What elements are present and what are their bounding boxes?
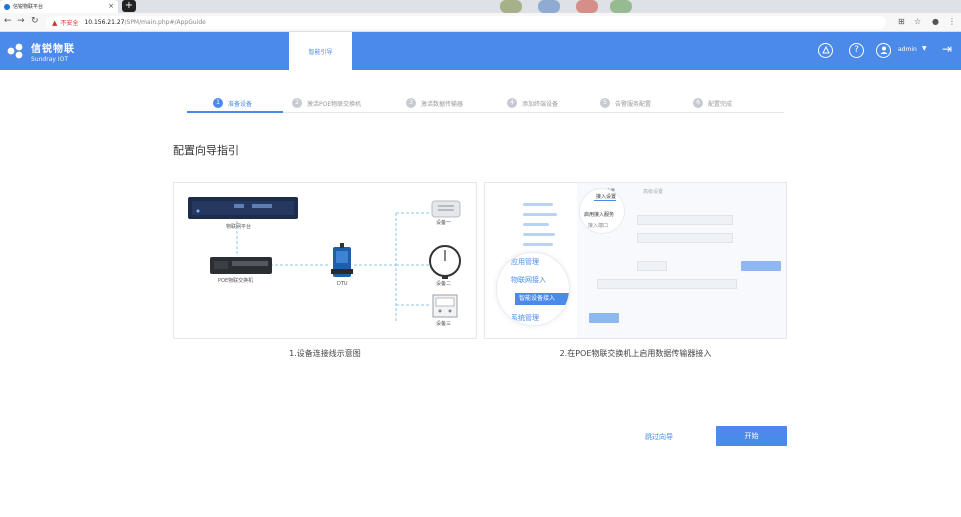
reload-icon[interactable]: ↻: [31, 16, 39, 26]
user-menu-caret-icon[interactable]: ▼: [922, 45, 927, 52]
blurred-tab-icon: [538, 0, 560, 13]
page-title: 配置向导指引: [173, 144, 239, 157]
back-icon[interactable]: ←: [4, 16, 12, 26]
device-3-label: 设备三: [436, 321, 452, 327]
step-6[interactable]: 6 配置完成: [693, 98, 732, 108]
dtu-label: DTU: [337, 281, 348, 287]
step-number: 2: [292, 98, 302, 108]
help-icon[interactable]: ?: [849, 43, 864, 58]
brand-subtitle: Sundray IOT: [31, 56, 68, 63]
tab-smart-guide[interactable]: 智能引导: [289, 32, 352, 70]
address-bar: ← → ↻ ▲ 不安全 10.156.21.27 /SPM/main.php#/…: [0, 13, 961, 32]
step-number: 5: [600, 98, 610, 108]
poe-switch-icon: [210, 257, 272, 274]
url-field[interactable]: ▲ 不安全 10.156.21.27 /SPM/main.php#/AppGui…: [46, 16, 886, 29]
brand-title: 信锐物联: [31, 44, 75, 55]
step-label: 配置完成: [708, 100, 733, 108]
blurred-tab-icon: [576, 0, 598, 13]
caption-diagram: 1.设备连接线示意图: [289, 349, 361, 358]
brand-logo-icon: [7, 43, 23, 59]
device-1-label: 设备一: [436, 220, 452, 226]
zoom-callout-top: 接入设置 启用接入服务 接入端口: [579, 188, 625, 234]
wizard-stepper: 1 准备设备 2 激活POE物联交换机 3 激活数据传输器 4 添加终端设备 5…: [187, 95, 784, 113]
logout-icon[interactable]: ⇥: [942, 42, 952, 56]
warning-icon: ▲: [52, 18, 58, 27]
caption-screenshot: 2.在POE物联交换机上启用数据传输器接入: [559, 349, 712, 358]
step-label: 激活POE物联交换机: [307, 100, 362, 108]
translate-icon[interactable]: ⊞: [898, 17, 905, 26]
zoom-callout-menu: 应用管理 物联网接入 智能设备接入 系统管理: [496, 252, 570, 326]
skip-guide-link[interactable]: 跳过向导: [645, 432, 673, 442]
dtu-device-icon: [331, 243, 353, 277]
step-2[interactable]: 2 激活POE物联交换机: [292, 98, 361, 108]
close-tab-icon[interactable]: ×: [108, 2, 114, 10]
blurred-tab-icon: [610, 0, 632, 13]
connection-diagram: [188, 197, 461, 321]
device-2-gauge-icon: [429, 245, 461, 279]
connection-diagram-panel: 物联网平台 POE物联交换机 DTU 设备一 设备二 设备三: [173, 182, 477, 339]
user-name[interactable]: admin: [898, 46, 917, 53]
screenshot-tab-advanced: 高级设置: [643, 189, 664, 195]
device-2-label: 设备二: [436, 281, 452, 287]
blurred-tab-icon: [500, 0, 522, 13]
step-label: 添加终端设备: [522, 100, 559, 108]
device-1-sensor-icon: [431, 200, 461, 218]
zoom-tab-label: 接入设置: [596, 194, 617, 200]
platform-label: 物联网平台: [226, 224, 252, 230]
switch-label: POE物联交换机: [218, 278, 254, 284]
start-button[interactable]: 开始: [716, 426, 787, 446]
step-number: 6: [693, 98, 703, 108]
active-step-indicator: [187, 111, 283, 113]
zoom-port-label: 接入端口: [588, 223, 609, 229]
url-path: /SPM/main.php#/AppGuide: [124, 19, 206, 26]
step-label: 告警服务配置: [615, 100, 652, 108]
zoom-menu-item-2: 物联网接入: [511, 276, 546, 284]
insecure-label: 不安全: [60, 20, 79, 27]
menu-kebab-icon[interactable]: ⋮: [948, 17, 956, 26]
browser-tab-title: 信锐物联平台: [13, 4, 44, 10]
zoom-menu-item-1: 应用管理: [511, 258, 539, 266]
profile-icon[interactable]: ●: [932, 17, 939, 26]
forward-icon[interactable]: →: [17, 16, 25, 26]
step-4[interactable]: 4 添加终端设备: [507, 98, 558, 108]
step-3[interactable]: 3 激活数据传输器: [406, 98, 463, 108]
brand: 信锐物联 Sundray IOT: [31, 40, 75, 63]
device-3-meter-icon: [432, 294, 458, 318]
step-1[interactable]: 1 准备设备: [213, 98, 252, 108]
zoom-menu-item-3: 系统管理: [511, 314, 539, 322]
app-header: 信锐物联 Sundray IOT: [0, 32, 961, 70]
step-5[interactable]: 5 告警服务配置: [600, 98, 651, 108]
rocket-icon[interactable]: [818, 43, 833, 58]
step-number: 3: [406, 98, 416, 108]
browser-tab-strip: 信锐物联平台 × +: [0, 0, 961, 13]
step-label: 准备设备: [228, 100, 253, 108]
bookmark-star-icon[interactable]: ☆: [914, 17, 921, 26]
step-number: 1: [213, 98, 223, 108]
browser-tab[interactable]: 信锐物联平台 ×: [0, 0, 118, 13]
step-label: 激活数据传输器: [421, 100, 464, 108]
zoom-checkbox-label: 启用接入服务: [584, 212, 615, 218]
platform-server-icon: [188, 197, 298, 219]
url-host: 10.156.21.27: [84, 19, 125, 26]
step-number: 4: [507, 98, 517, 108]
user-avatar-icon[interactable]: [876, 43, 891, 58]
new-tab-button[interactable]: +: [122, 0, 136, 12]
zoom-menu-active: 智能设备接入: [515, 293, 569, 305]
site-favicon-icon: [4, 3, 10, 10]
